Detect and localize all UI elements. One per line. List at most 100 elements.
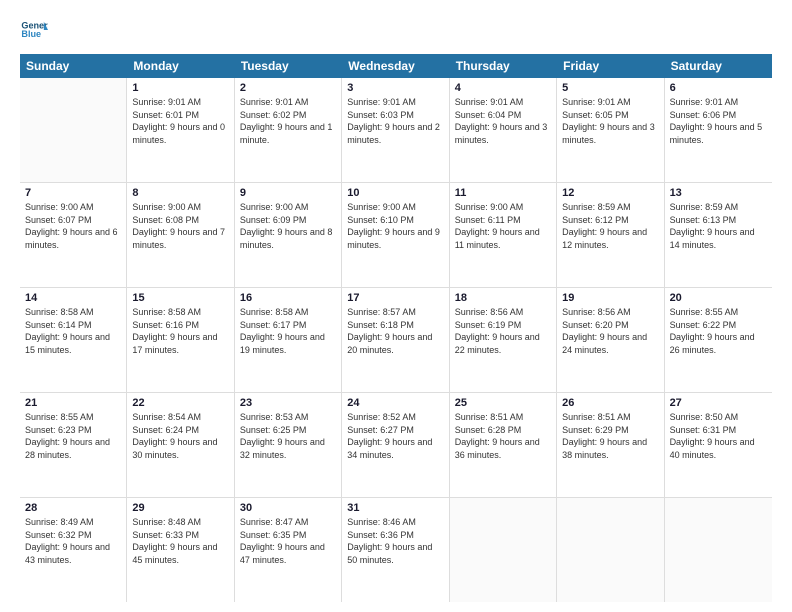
- day-info: Sunrise: 8:55 AMSunset: 6:23 PMDaylight:…: [25, 411, 121, 461]
- calendar-cell: 13 Sunrise: 8:59 AMSunset: 6:13 PMDayligh…: [665, 183, 772, 287]
- day-info: Sunrise: 8:59 AMSunset: 6:12 PMDaylight:…: [562, 201, 658, 251]
- day-number: 7: [25, 187, 121, 199]
- day-number: 8: [132, 187, 228, 199]
- logo-icon: General Blue: [20, 16, 48, 44]
- day-number: 14: [25, 292, 121, 304]
- calendar-cell: 20 Sunrise: 8:55 AMSunset: 6:22 PMDayligh…: [665, 288, 772, 392]
- page-header: General Blue: [20, 16, 772, 44]
- calendar-cell: 15 Sunrise: 8:58 AMSunset: 6:16 PMDayligh…: [127, 288, 234, 392]
- calendar-cell: 10 Sunrise: 9:00 AMSunset: 6:10 PMDayligh…: [342, 183, 449, 287]
- day-number: 1: [132, 82, 228, 94]
- calendar-cell: 6Sunrise: 9:01 AMSunset: 6:06 PMDaylight…: [665, 78, 772, 182]
- calendar-cell: [20, 78, 127, 182]
- day-info: Sunrise: 9:01 AMSunset: 6:03 PMDaylight:…: [347, 96, 443, 146]
- day-number: 24: [347, 397, 443, 409]
- day-number: 18: [455, 292, 551, 304]
- calendar-cell: [665, 498, 772, 602]
- calendar-cell: 26 Sunrise: 8:51 AMSunset: 6:29 PMDayligh…: [557, 393, 664, 497]
- cal-header-cell: Friday: [557, 54, 664, 78]
- day-number: 16: [240, 292, 336, 304]
- calendar-body: 1 Sunrise: 9:01 AMSunset: 6:01 PMDaylight…: [20, 78, 772, 602]
- calendar-cell: 30 Sunrise: 8:47 AMSunset: 6:35 PMDayligh…: [235, 498, 342, 602]
- day-number: 20: [670, 292, 767, 304]
- calendar-cell: 21 Sunrise: 8:55 AMSunset: 6:23 PMDayligh…: [20, 393, 127, 497]
- day-info: Sunrise: 8:47 AMSunset: 6:35 PMDaylight:…: [240, 516, 336, 566]
- calendar-cell: 23Sunrise: 8:53 AMSunset: 6:25 PMDayligh…: [235, 393, 342, 497]
- day-info: Sunrise: 8:46 AMSunset: 6:36 PMDaylight:…: [347, 516, 443, 566]
- calendar-cell: 28 Sunrise: 8:49 AMSunset: 6:32 PMDayligh…: [20, 498, 127, 602]
- day-info: Sunrise: 8:53 AMSunset: 6:25 PMDaylight:…: [240, 411, 336, 461]
- calendar: SundayMondayTuesdayWednesdayThursdayFrid…: [20, 54, 772, 602]
- day-number: 21: [25, 397, 121, 409]
- calendar-week-row: 21 Sunrise: 8:55 AMSunset: 6:23 PMDayligh…: [20, 393, 772, 498]
- day-info: Sunrise: 9:00 AMSunset: 6:08 PMDaylight:…: [132, 201, 228, 251]
- day-info: Sunrise: 8:58 AMSunset: 6:17 PMDaylight:…: [240, 306, 336, 356]
- calendar-cell: 3Sunrise: 9:01 AMSunset: 6:03 PMDaylight…: [342, 78, 449, 182]
- calendar-cell: 22 Sunrise: 8:54 AMSunset: 6:24 PMDayligh…: [127, 393, 234, 497]
- day-number: 10: [347, 187, 443, 199]
- cal-header-cell: Sunday: [20, 54, 127, 78]
- calendar-week-row: 28 Sunrise: 8:49 AMSunset: 6:32 PMDayligh…: [20, 498, 772, 602]
- calendar-cell: 29 Sunrise: 8:48 AMSunset: 6:33 PMDayligh…: [127, 498, 234, 602]
- day-number: 29: [132, 502, 228, 514]
- calendar-cell: 11 Sunrise: 9:00 AMSunset: 6:11 PMDayligh…: [450, 183, 557, 287]
- calendar-cell: 2 Sunrise: 9:01 AMSunset: 6:02 PMDaylight…: [235, 78, 342, 182]
- day-info: Sunrise: 9:00 AMSunset: 6:11 PMDaylight:…: [455, 201, 551, 251]
- day-info: Sunrise: 8:50 AMSunset: 6:31 PMDaylight:…: [670, 411, 767, 461]
- day-info: Sunrise: 8:55 AMSunset: 6:22 PMDaylight:…: [670, 306, 767, 356]
- day-number: 6: [670, 82, 767, 94]
- day-info: Sunrise: 9:01 AMSunset: 6:04 PMDaylight:…: [455, 96, 551, 146]
- day-number: 9: [240, 187, 336, 199]
- day-info: Sunrise: 8:51 AMSunset: 6:29 PMDaylight:…: [562, 411, 658, 461]
- calendar-cell: 17 Sunrise: 8:57 AMSunset: 6:18 PMDayligh…: [342, 288, 449, 392]
- day-info: Sunrise: 8:54 AMSunset: 6:24 PMDaylight:…: [132, 411, 228, 461]
- day-number: 28: [25, 502, 121, 514]
- day-number: 5: [562, 82, 658, 94]
- day-info: Sunrise: 9:00 AMSunset: 6:09 PMDaylight:…: [240, 201, 336, 251]
- svg-text:Blue: Blue: [21, 29, 41, 39]
- day-number: 4: [455, 82, 551, 94]
- day-number: 26: [562, 397, 658, 409]
- cal-header-cell: Wednesday: [342, 54, 449, 78]
- day-number: 30: [240, 502, 336, 514]
- day-info: Sunrise: 9:01 AMSunset: 6:02 PMDaylight:…: [240, 96, 336, 146]
- calendar-cell: 1 Sunrise: 9:01 AMSunset: 6:01 PMDaylight…: [127, 78, 234, 182]
- calendar-cell: 9 Sunrise: 9:00 AMSunset: 6:09 PMDaylight…: [235, 183, 342, 287]
- calendar-header-row: SundayMondayTuesdayWednesdayThursdayFrid…: [20, 54, 772, 78]
- day-number: 22: [132, 397, 228, 409]
- calendar-cell: 7 Sunrise: 9:00 AMSunset: 6:07 PMDaylight…: [20, 183, 127, 287]
- day-number: 17: [347, 292, 443, 304]
- day-info: Sunrise: 8:49 AMSunset: 6:32 PMDaylight:…: [25, 516, 121, 566]
- calendar-cell: 4 Sunrise: 9:01 AMSunset: 6:04 PMDaylight…: [450, 78, 557, 182]
- day-info: Sunrise: 8:52 AMSunset: 6:27 PMDaylight:…: [347, 411, 443, 461]
- day-number: 11: [455, 187, 551, 199]
- day-number: 13: [670, 187, 767, 199]
- day-info: Sunrise: 8:56 AMSunset: 6:19 PMDaylight:…: [455, 306, 551, 356]
- day-info: Sunrise: 9:00 AMSunset: 6:10 PMDaylight:…: [347, 201, 443, 251]
- calendar-cell: 8 Sunrise: 9:00 AMSunset: 6:08 PMDaylight…: [127, 183, 234, 287]
- day-info: Sunrise: 8:57 AMSunset: 6:18 PMDaylight:…: [347, 306, 443, 356]
- calendar-cell: 27Sunrise: 8:50 AMSunset: 6:31 PMDayligh…: [665, 393, 772, 497]
- calendar-cell: 24 Sunrise: 8:52 AMSunset: 6:27 PMDayligh…: [342, 393, 449, 497]
- day-info: Sunrise: 9:01 AMSunset: 6:01 PMDaylight:…: [132, 96, 228, 146]
- cal-header-cell: Saturday: [665, 54, 772, 78]
- calendar-cell: [450, 498, 557, 602]
- day-number: 2: [240, 82, 336, 94]
- day-info: Sunrise: 8:48 AMSunset: 6:33 PMDaylight:…: [132, 516, 228, 566]
- day-number: 25: [455, 397, 551, 409]
- cal-header-cell: Thursday: [450, 54, 557, 78]
- cal-header-cell: Monday: [127, 54, 234, 78]
- calendar-cell: 16 Sunrise: 8:58 AMSunset: 6:17 PMDayligh…: [235, 288, 342, 392]
- calendar-week-row: 1 Sunrise: 9:01 AMSunset: 6:01 PMDaylight…: [20, 78, 772, 183]
- calendar-week-row: 7 Sunrise: 9:00 AMSunset: 6:07 PMDaylight…: [20, 183, 772, 288]
- day-info: Sunrise: 8:58 AMSunset: 6:16 PMDaylight:…: [132, 306, 228, 356]
- calendar-cell: 18 Sunrise: 8:56 AMSunset: 6:19 PMDayligh…: [450, 288, 557, 392]
- day-number: 31: [347, 502, 443, 514]
- day-info: Sunrise: 8:59 AMSunset: 6:13 PMDaylight:…: [670, 201, 767, 251]
- day-info: Sunrise: 8:51 AMSunset: 6:28 PMDaylight:…: [455, 411, 551, 461]
- calendar-cell: 14Sunrise: 8:58 AMSunset: 6:14 PMDayligh…: [20, 288, 127, 392]
- calendar-cell: 12Sunrise: 8:59 AMSunset: 6:12 PMDayligh…: [557, 183, 664, 287]
- day-number: 15: [132, 292, 228, 304]
- calendar-cell: [557, 498, 664, 602]
- day-info: Sunrise: 9:00 AMSunset: 6:07 PMDaylight:…: [25, 201, 121, 251]
